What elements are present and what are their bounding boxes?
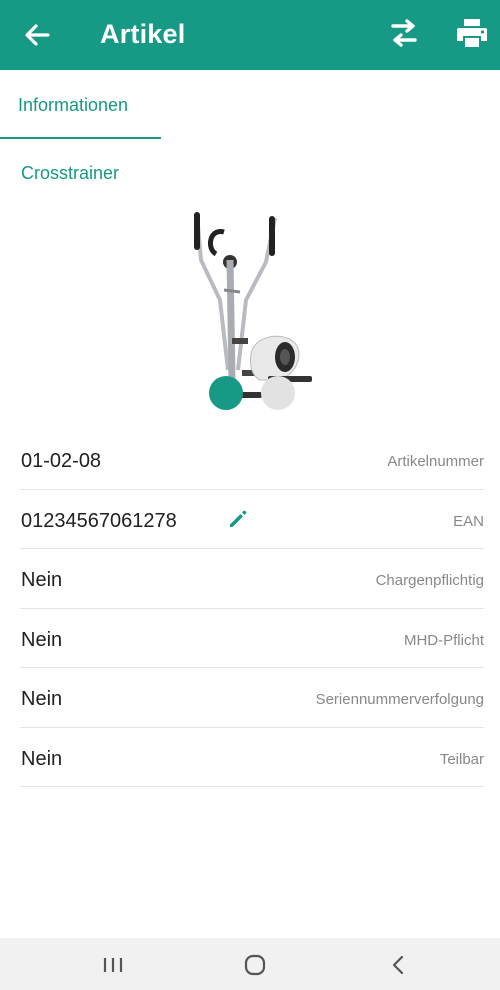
- detail-value: Nein: [21, 569, 63, 591]
- app-bar: Artikel: [0, 0, 500, 70]
- system-back-button[interactable]: [382, 948, 416, 982]
- pencil-icon: [230, 510, 247, 527]
- detail-row-ean: 01234567061278 EAN: [20, 490, 484, 549]
- recent-apps-button[interactable]: [96, 948, 130, 982]
- swap-icon: [391, 19, 417, 47]
- detail-row-teilbar: Nein Teilbar: [20, 728, 484, 787]
- edit-ean-button[interactable]: [226, 507, 250, 531]
- detail-label: Chargenpflichtig: [375, 572, 484, 589]
- detail-row-artikelnummer: 01-02-08 Artikelnummer: [20, 430, 484, 490]
- tab-informationen[interactable]: Informationen: [0, 70, 161, 140]
- detail-label: EAN: [453, 512, 484, 530]
- tab-indicator: [0, 137, 161, 139]
- arrow-back-icon: [25, 24, 50, 46]
- product-name: Crosstrainer: [21, 163, 120, 183]
- details-list: 01-02-08 Artikelnummer 01234567061278 EA…: [20, 430, 484, 787]
- system-nav-bar: [0, 938, 500, 990]
- detail-value: 01-02-08: [21, 450, 102, 472]
- detail-label: Seriennummerverfolgung: [315, 691, 484, 708]
- home-button[interactable]: [238, 948, 272, 982]
- product-image: [180, 200, 330, 415]
- detail-label: MHD-Pflicht: [403, 631, 484, 649]
- detail-row-mhd-pflicht: Nein MHD-Pflicht: [20, 609, 484, 668]
- detail-row-chargenpflichtig: Nein Chargenpflichtig: [20, 549, 484, 609]
- detail-value: Nein: [21, 628, 63, 651]
- detail-row-seriennummerverfolgung: Nein Seriennummerverfolgung: [20, 668, 484, 728]
- back-chevron-icon: [392, 955, 404, 975]
- detail-value: Nein: [21, 688, 63, 710]
- detail-value: 01234567061278: [21, 509, 177, 532]
- crosstrainer-image: [194, 212, 312, 410]
- print-button[interactable]: [454, 15, 490, 51]
- detail-label: Artikelnummer: [387, 453, 484, 470]
- home-icon: [244, 954, 266, 976]
- detail-label: Teilbar: [439, 750, 484, 768]
- page-title: Artikel: [100, 19, 186, 49]
- recent-apps-icon: [103, 958, 123, 972]
- tab-label: Informationen: [18, 95, 129, 115]
- tab-bar: Informationen: [0, 70, 500, 140]
- swap-button[interactable]: [386, 15, 422, 51]
- back-button[interactable]: [20, 18, 54, 52]
- print-icon: [457, 19, 487, 47]
- detail-value: Nein: [21, 747, 63, 770]
